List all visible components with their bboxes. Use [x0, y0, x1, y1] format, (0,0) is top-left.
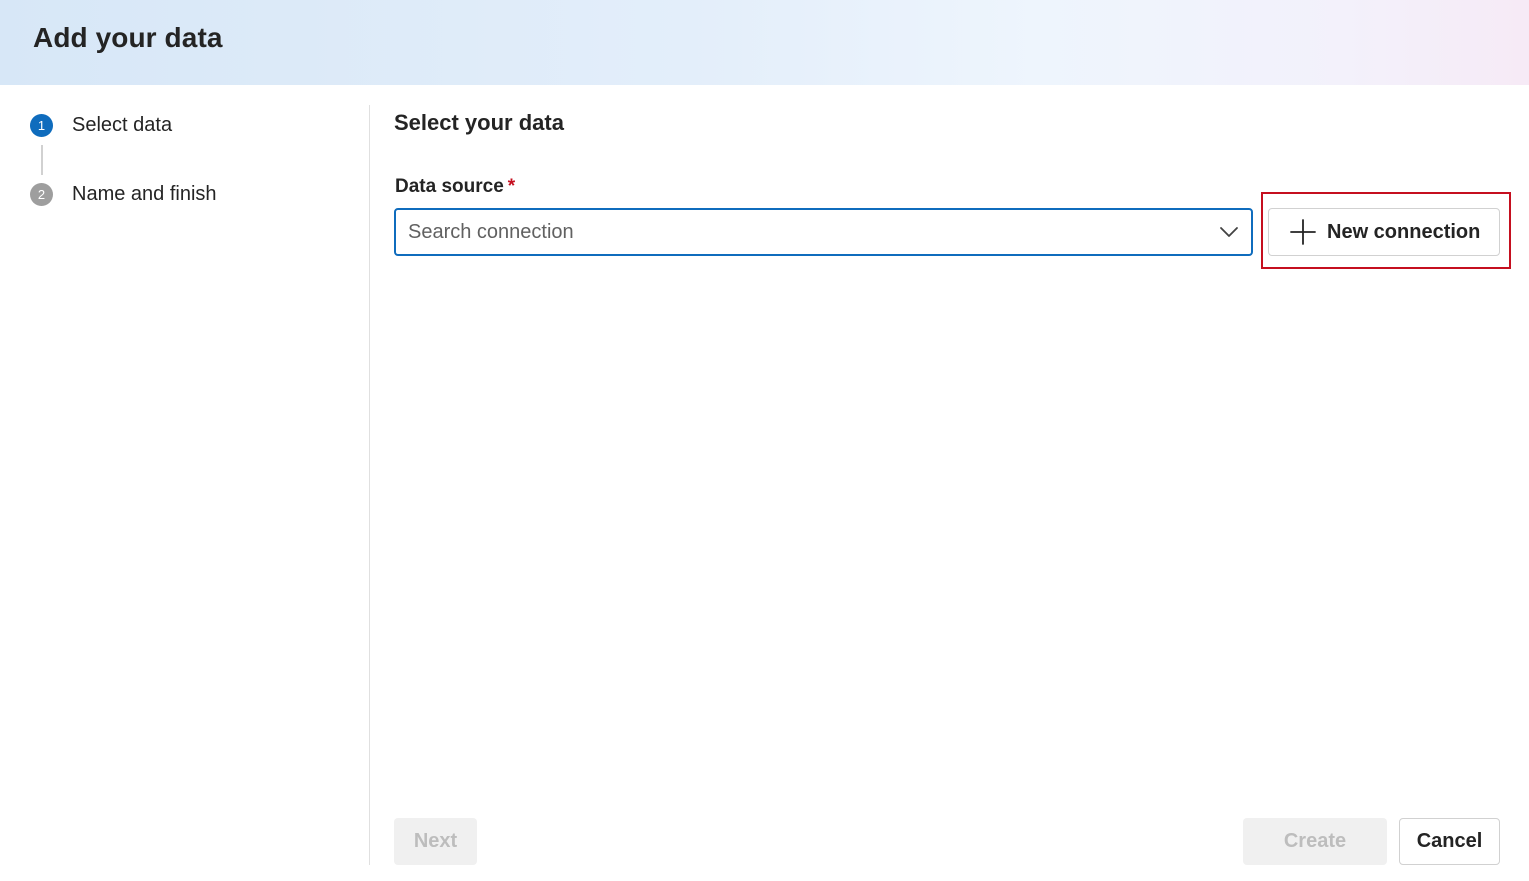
- dialog-header: Add your data: [0, 0, 1529, 85]
- section-title: Select your data: [394, 110, 564, 135]
- add-data-dialog: Add your data 1 Select data 2 Name and f…: [0, 0, 1529, 881]
- new-connection-label: New connection: [1327, 220, 1481, 243]
- plus-icon: [1290, 219, 1316, 245]
- dialog-title: Add your data: [33, 22, 223, 53]
- step-label: Select data: [72, 113, 173, 136]
- step-number-badge: 1: [30, 113, 53, 137]
- create-button[interactable]: Create: [1243, 818, 1387, 865]
- search-connection-input[interactable]: [396, 212, 1186, 252]
- chevron-down-icon[interactable]: [1219, 224, 1239, 240]
- cancel-button[interactable]: Cancel: [1399, 818, 1500, 865]
- data-source-label-text: Data source: [395, 176, 504, 197]
- step-name-and-finish[interactable]: 2 Name and finish: [30, 181, 217, 207]
- required-marker: *: [507, 176, 516, 197]
- step-number-badge: 2: [30, 182, 53, 206]
- data-source-combobox[interactable]: [394, 208, 1253, 256]
- step-select-data[interactable]: 1 Select data: [30, 112, 172, 138]
- next-button[interactable]: Next: [394, 818, 477, 865]
- step-connector: [41, 145, 43, 175]
- new-connection-button[interactable]: New connection: [1268, 208, 1500, 256]
- step-label: Name and finish: [72, 182, 217, 205]
- data-source-label: Data source *: [395, 176, 515, 198]
- sidebar-divider: [369, 105, 370, 865]
